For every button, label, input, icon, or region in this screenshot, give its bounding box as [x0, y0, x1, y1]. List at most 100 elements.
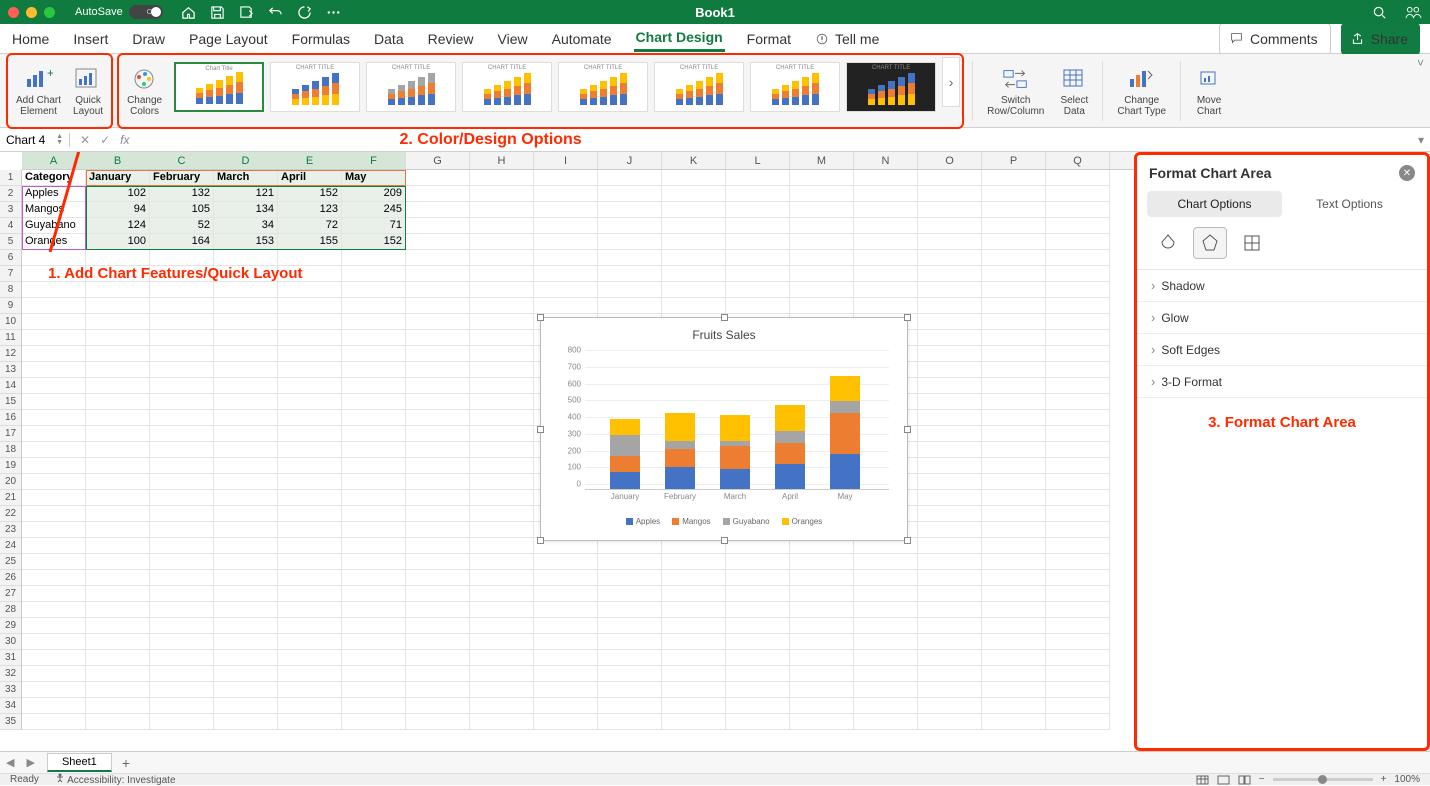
row-header[interactable]: 32 — [0, 666, 21, 682]
cell[interactable] — [214, 650, 278, 666]
row-header[interactable]: 1 — [0, 170, 21, 186]
cell[interactable] — [214, 282, 278, 298]
cell[interactable] — [406, 442, 470, 458]
chart-bar[interactable] — [775, 405, 805, 489]
cell[interactable] — [342, 314, 406, 330]
cell[interactable] — [470, 426, 534, 442]
cell[interactable] — [342, 394, 406, 410]
cell[interactable] — [982, 666, 1046, 682]
cell[interactable] — [534, 218, 598, 234]
cell[interactable] — [214, 714, 278, 730]
cell[interactable] — [470, 266, 534, 282]
cell[interactable] — [854, 266, 918, 282]
chart-legend[interactable]: ApplesMangosGuyabanoOranges — [549, 517, 899, 526]
row-header[interactable]: 13 — [0, 362, 21, 378]
cell[interactable] — [342, 362, 406, 378]
chart-style-thumb[interactable]: CHART TITLE — [270, 62, 360, 112]
cell[interactable] — [1046, 442, 1110, 458]
cell[interactable] — [150, 474, 214, 490]
cell[interactable] — [1046, 650, 1110, 666]
cell[interactable] — [22, 650, 86, 666]
cell[interactable] — [214, 362, 278, 378]
cell[interactable] — [278, 458, 342, 474]
cell[interactable] — [86, 554, 150, 570]
cell[interactable] — [214, 634, 278, 650]
cell[interactable] — [726, 170, 790, 186]
cell[interactable] — [534, 298, 598, 314]
cell[interactable] — [342, 650, 406, 666]
cell[interactable] — [918, 474, 982, 490]
cell[interactable] — [150, 570, 214, 586]
cell[interactable] — [214, 314, 278, 330]
cell[interactable] — [534, 714, 598, 730]
cell[interactable] — [662, 282, 726, 298]
save-as-icon[interactable] — [239, 5, 254, 20]
cell[interactable] — [598, 618, 662, 634]
cell[interactable] — [726, 234, 790, 250]
cell[interactable] — [214, 506, 278, 522]
cell[interactable]: 155 — [278, 234, 342, 250]
cell[interactable] — [342, 298, 406, 314]
row-header[interactable]: 4 — [0, 218, 21, 234]
cell[interactable] — [406, 394, 470, 410]
cell[interactable] — [278, 570, 342, 586]
cell[interactable] — [854, 714, 918, 730]
row-header[interactable]: 31 — [0, 650, 21, 666]
cell[interactable] — [982, 522, 1046, 538]
cell[interactable] — [982, 426, 1046, 442]
row-header[interactable]: 9 — [0, 298, 21, 314]
cell[interactable] — [918, 378, 982, 394]
row-header[interactable]: 20 — [0, 474, 21, 490]
cell[interactable] — [598, 570, 662, 586]
cell[interactable] — [1046, 698, 1110, 714]
cell[interactable] — [1046, 474, 1110, 490]
cell[interactable] — [854, 554, 918, 570]
row-header[interactable]: 3 — [0, 202, 21, 218]
cell[interactable] — [790, 634, 854, 650]
cell[interactable] — [982, 442, 1046, 458]
cell[interactable] — [470, 346, 534, 362]
cell[interactable] — [726, 218, 790, 234]
cell[interactable] — [22, 618, 86, 634]
row-header[interactable]: 7 — [0, 266, 21, 282]
cell[interactable] — [86, 506, 150, 522]
cell[interactable]: March — [214, 170, 278, 186]
cell[interactable] — [278, 602, 342, 618]
cell[interactable] — [150, 682, 214, 698]
cell[interactable] — [278, 298, 342, 314]
cell[interactable] — [470, 170, 534, 186]
cell[interactable] — [406, 250, 470, 266]
cell[interactable]: 134 — [214, 202, 278, 218]
cell[interactable] — [150, 330, 214, 346]
cell[interactable] — [790, 602, 854, 618]
cell[interactable] — [1046, 362, 1110, 378]
cell[interactable] — [726, 602, 790, 618]
cell[interactable] — [470, 250, 534, 266]
zoom-level[interactable]: 100% — [1394, 774, 1420, 785]
cell[interactable] — [534, 698, 598, 714]
row-header[interactable]: 34 — [0, 698, 21, 714]
cell[interactable] — [790, 266, 854, 282]
cell[interactable] — [214, 554, 278, 570]
cell[interactable] — [662, 650, 726, 666]
tab-formulas[interactable]: Formulas — [290, 27, 352, 51]
cell[interactable] — [150, 714, 214, 730]
cell[interactable] — [1046, 458, 1110, 474]
cell[interactable] — [342, 250, 406, 266]
cell[interactable] — [150, 522, 214, 538]
row-header[interactable]: 14 — [0, 378, 21, 394]
cell[interactable] — [278, 698, 342, 714]
cell[interactable] — [214, 618, 278, 634]
fx-icon[interactable]: fx — [120, 133, 129, 147]
cell[interactable] — [918, 458, 982, 474]
cell[interactable] — [342, 586, 406, 602]
cell[interactable] — [86, 378, 150, 394]
cell[interactable] — [150, 698, 214, 714]
cell[interactable] — [470, 634, 534, 650]
cell[interactable] — [918, 554, 982, 570]
cell[interactable] — [534, 202, 598, 218]
tell-me-search[interactable]: Tell me — [813, 23, 883, 55]
cell[interactable] — [982, 538, 1046, 554]
cell[interactable] — [598, 250, 662, 266]
cell[interactable] — [406, 202, 470, 218]
